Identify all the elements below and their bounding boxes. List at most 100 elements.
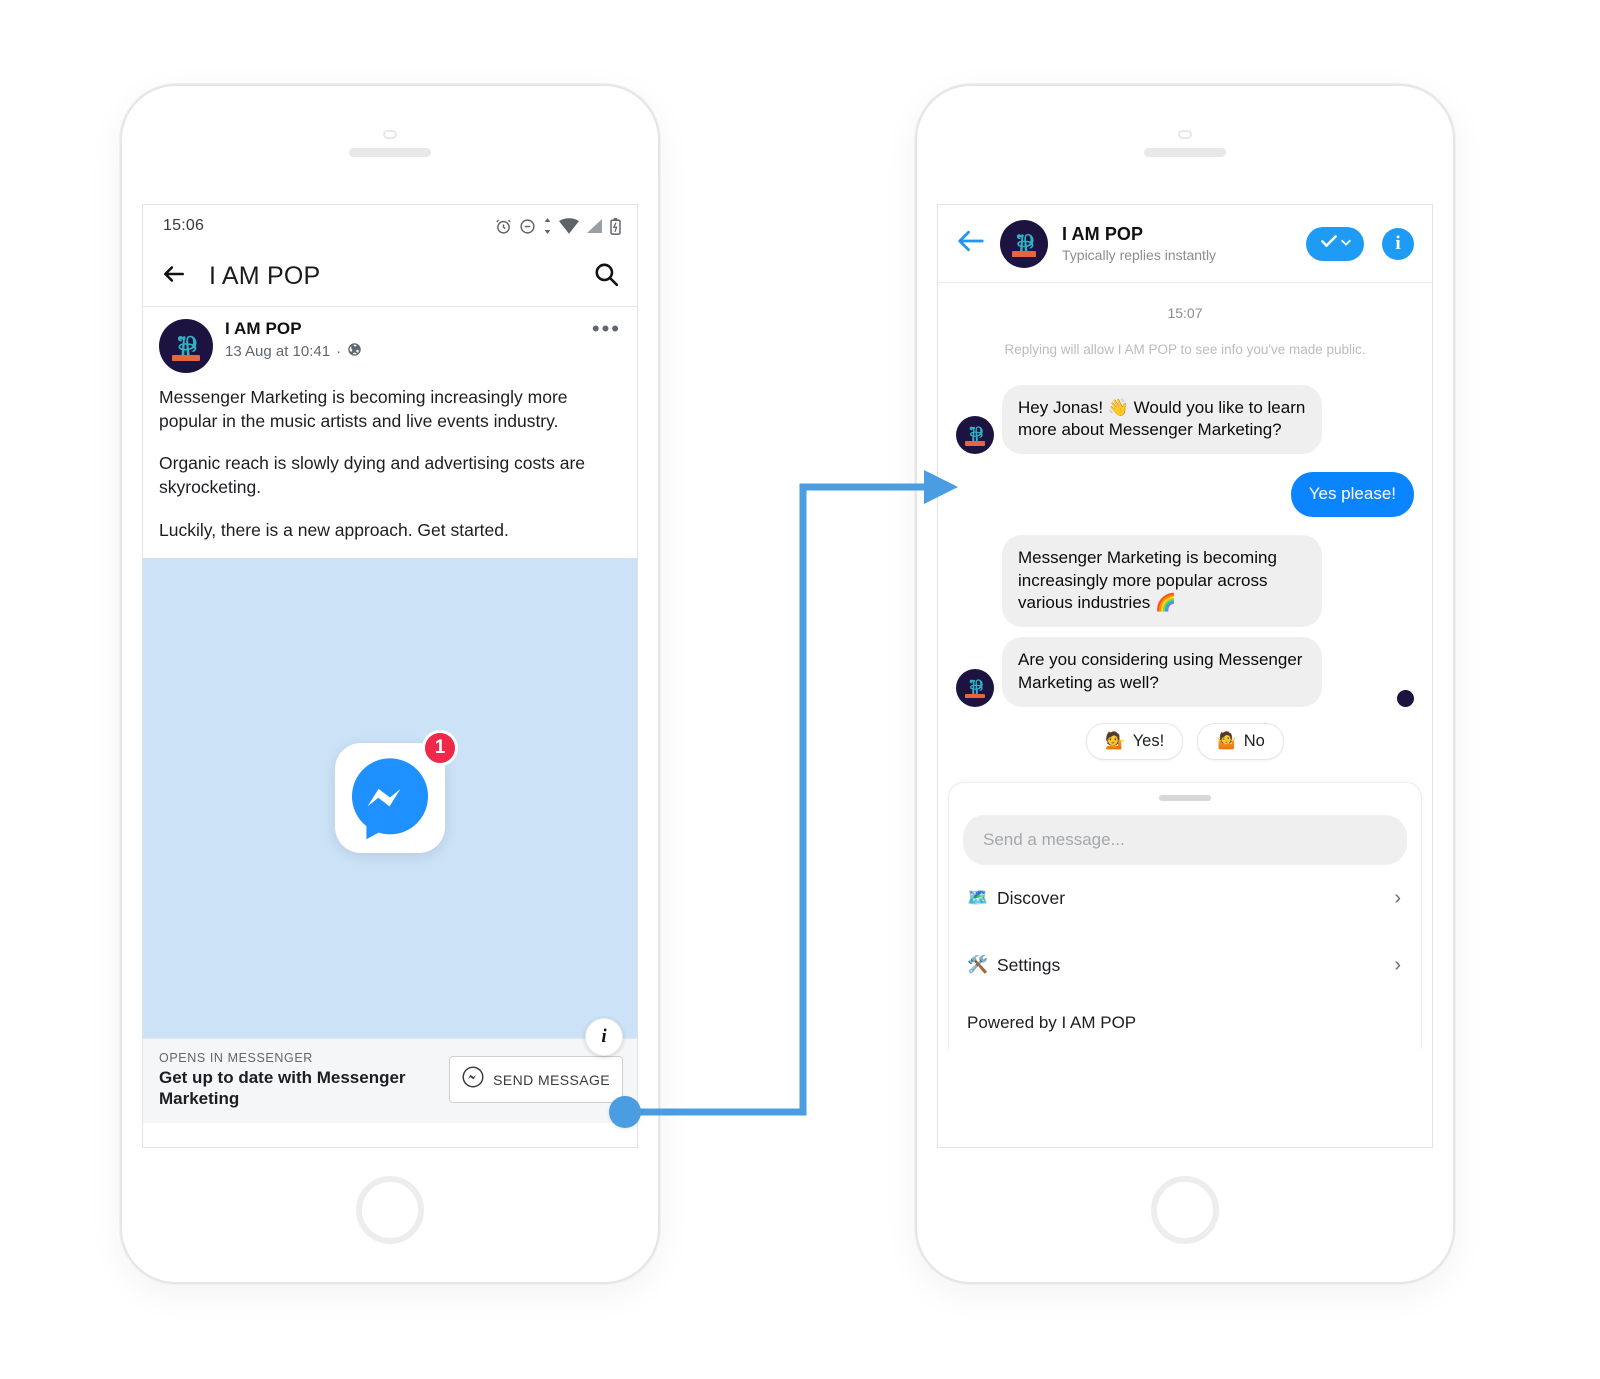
message-bubble-incoming: Messenger Marketing is becoming increasi… <box>1002 534 1322 628</box>
message-avatar-slot: ⅌ <box>956 416 1002 455</box>
message-avatar-slot: ⅌ <box>956 668 1002 707</box>
person-shrugging-icon: 🤷 <box>1216 731 1237 750</box>
send-message-button[interactable]: SEND MESSAGE <box>449 1056 623 1104</box>
status-bar-clock: 15:06 <box>163 217 205 234</box>
battery-charging-icon <box>610 217 621 235</box>
conversation-info-button[interactable]: i <box>1382 227 1414 260</box>
phone-mockup-right: ⅌ I AM POP Typically replies instantly i… <box>915 84 1455 1284</box>
post-timestamp-row: 13 Aug at 10:41 · <box>225 342 592 361</box>
menu-item-settings-label: Settings <box>997 954 1061 975</box>
post-paragraph-3: Luckily, there is a new approach. Get st… <box>159 519 509 540</box>
avatar: ⅌ <box>956 668 994 707</box>
ad-info-button[interactable]: i <box>585 1017 623 1056</box>
phone-camera-dot <box>383 130 397 139</box>
status-bar-icons <box>495 217 621 235</box>
avatar-accent-bar <box>965 441 985 446</box>
timestamp-separator: · <box>336 343 342 360</box>
thread-timestamp: 15:07 <box>1167 305 1203 321</box>
connector-origin-dot <box>609 1096 641 1128</box>
message-bubble-incoming: Are you considering using Messenger Mark… <box>1002 637 1322 707</box>
post-header: ⅌ I AM POP 13 Aug at 10:41 · ••• <box>143 307 637 379</box>
message-row: ⅌ Hey Jonas! 👋 Would you like to learn m… <box>956 384 1414 455</box>
cta-text-block: OPENS IN MESSENGER Get up to date with M… <box>159 1051 449 1110</box>
page-title: I AM POP <box>209 262 321 290</box>
alarm-icon <box>495 218 512 235</box>
post-meta: I AM POP 13 Aug at 10:41 · <box>225 319 592 361</box>
right-screen: ⅌ I AM POP Typically replies instantly i… <box>937 204 1433 1148</box>
back-arrow-icon[interactable] <box>956 226 986 261</box>
quick-reply-no-label: No <box>1243 731 1265 750</box>
messenger-header: ⅌ I AM POP Typically replies instantly i <box>938 205 1432 283</box>
unread-badge: 1 <box>422 729 458 766</box>
sheet-drag-handle[interactable] <box>1159 794 1211 801</box>
phone-home-button[interactable] <box>1151 1176 1219 1244</box>
quick-reply-row: 💁 Yes! 🤷 No <box>956 722 1414 760</box>
composer-sheet: Send a message... 🗺️ Discover › 🛠️ Setti… <box>948 781 1422 1049</box>
chevron-right-icon: › <box>1394 886 1401 909</box>
avatar-monogram: ⅌ <box>969 676 983 700</box>
chevron-right-icon: › <box>1394 953 1401 976</box>
person-tipping-hand-icon: 💁 <box>1105 731 1126 750</box>
back-arrow-icon[interactable] <box>161 261 187 292</box>
facebook-app-bar: I AM POP <box>143 247 637 307</box>
message-bubble-outgoing: Yes please! <box>1290 472 1414 517</box>
avatar-accent-bar <box>1011 251 1037 257</box>
avatar-accent-bar <box>965 693 985 699</box>
map-icon: 🗺️ <box>967 888 989 908</box>
menu-item-settings[interactable]: 🛠️ Settings › <box>963 932 1407 999</box>
privacy-disclaimer: Replying will allow I AM POP to see info… <box>1004 342 1366 357</box>
chevron-down-icon <box>1341 235 1351 253</box>
post-author[interactable]: I AM POP <box>225 319 592 339</box>
phone-mockup-left: 15:06 I AM POP ⅌ I AM POP 13 Aug at 10:4… <box>120 84 660 1284</box>
do-not-disturb-icon <box>519 218 536 235</box>
avatar-accent-bar <box>171 354 201 362</box>
post-timestamp: 13 Aug at 10:41 <box>225 343 331 360</box>
avatar-monogram: ⅌ <box>969 424 983 448</box>
message-row: Messenger Marketing is becoming increasi… <box>956 534 1414 628</box>
verified-badge-button[interactable] <box>1306 226 1364 261</box>
cellular-signal-icon <box>586 218 603 234</box>
quick-reply-yes-label: Yes! <box>1132 731 1165 750</box>
search-icon[interactable] <box>593 261 619 292</box>
conversation-title: I AM POP <box>1062 224 1144 244</box>
message-bubble-incoming: Hey Jonas! 👋 Would you like to learn mor… <box>1002 384 1322 455</box>
wifi-icon <box>559 218 579 234</box>
canvas: 15:06 I AM POP ⅌ I AM POP 13 Aug at 10:4… <box>0 0 1600 1379</box>
avatar-monogram: ⅌ <box>1016 230 1034 260</box>
cta-title: Get up to date with Messenger Marketing <box>159 1067 406 1108</box>
avatar[interactable]: ⅌ <box>1000 219 1048 268</box>
globe-icon <box>347 342 362 361</box>
post-paragraph-2: Organic reach is slowly dying and advert… <box>159 453 586 498</box>
post-more-options-button[interactable]: ••• <box>592 318 621 340</box>
quick-reply-no[interactable]: 🤷 No <box>1197 722 1284 760</box>
messenger-icon <box>462 1066 484 1093</box>
seen-indicator-avatar <box>1397 689 1414 707</box>
message-row: Yes please! <box>956 472 1414 517</box>
menu-item-discover-label: Discover <box>997 887 1066 908</box>
message-input[interactable]: Send a message... <box>963 814 1407 865</box>
status-bar: 15:06 <box>143 205 637 247</box>
post-cta-bar: OPENS IN MESSENGER Get up to date with M… <box>143 1037 637 1124</box>
post-body: Messenger Marketing is becoming increasi… <box>143 379 637 558</box>
left-screen: 15:06 I AM POP ⅌ I AM POP 13 Aug at 10:4… <box>142 204 638 1148</box>
tools-icon: 🛠️ <box>967 955 989 975</box>
quick-reply-yes[interactable]: 💁 Yes! <box>1086 722 1184 760</box>
powered-by-label: Powered by I AM POP <box>967 1012 1137 1032</box>
avatar: ⅌ <box>956 416 994 455</box>
phone-home-button[interactable] <box>356 1176 424 1244</box>
message-row: ⅌ Are you considering using Messenger Ma… <box>956 637 1414 707</box>
send-message-label: SEND MESSAGE <box>493 1071 610 1088</box>
conversation-identity: I AM POP Typically replies instantly <box>1062 224 1306 263</box>
conversation-subtitle: Typically replies instantly <box>1062 247 1217 263</box>
phone-earpiece <box>1144 148 1226 157</box>
post-paragraph-1: Messenger Marketing is becoming increasi… <box>159 387 568 432</box>
messenger-app-icon: 1 <box>335 729 458 853</box>
cta-kicker: OPENS IN MESSENGER <box>159 1050 313 1065</box>
avatar[interactable]: ⅌ <box>159 319 213 373</box>
post-image[interactable]: 1 i <box>143 557 637 1056</box>
menu-item-discover[interactable]: 🗺️ Discover › <box>963 865 1407 932</box>
avatar-monogram: ⅌ <box>177 331 197 365</box>
message-thread: 15:07 Replying will allow I AM POP to se… <box>938 283 1432 770</box>
sync-icon <box>543 218 552 234</box>
phone-camera-dot <box>1178 130 1192 139</box>
